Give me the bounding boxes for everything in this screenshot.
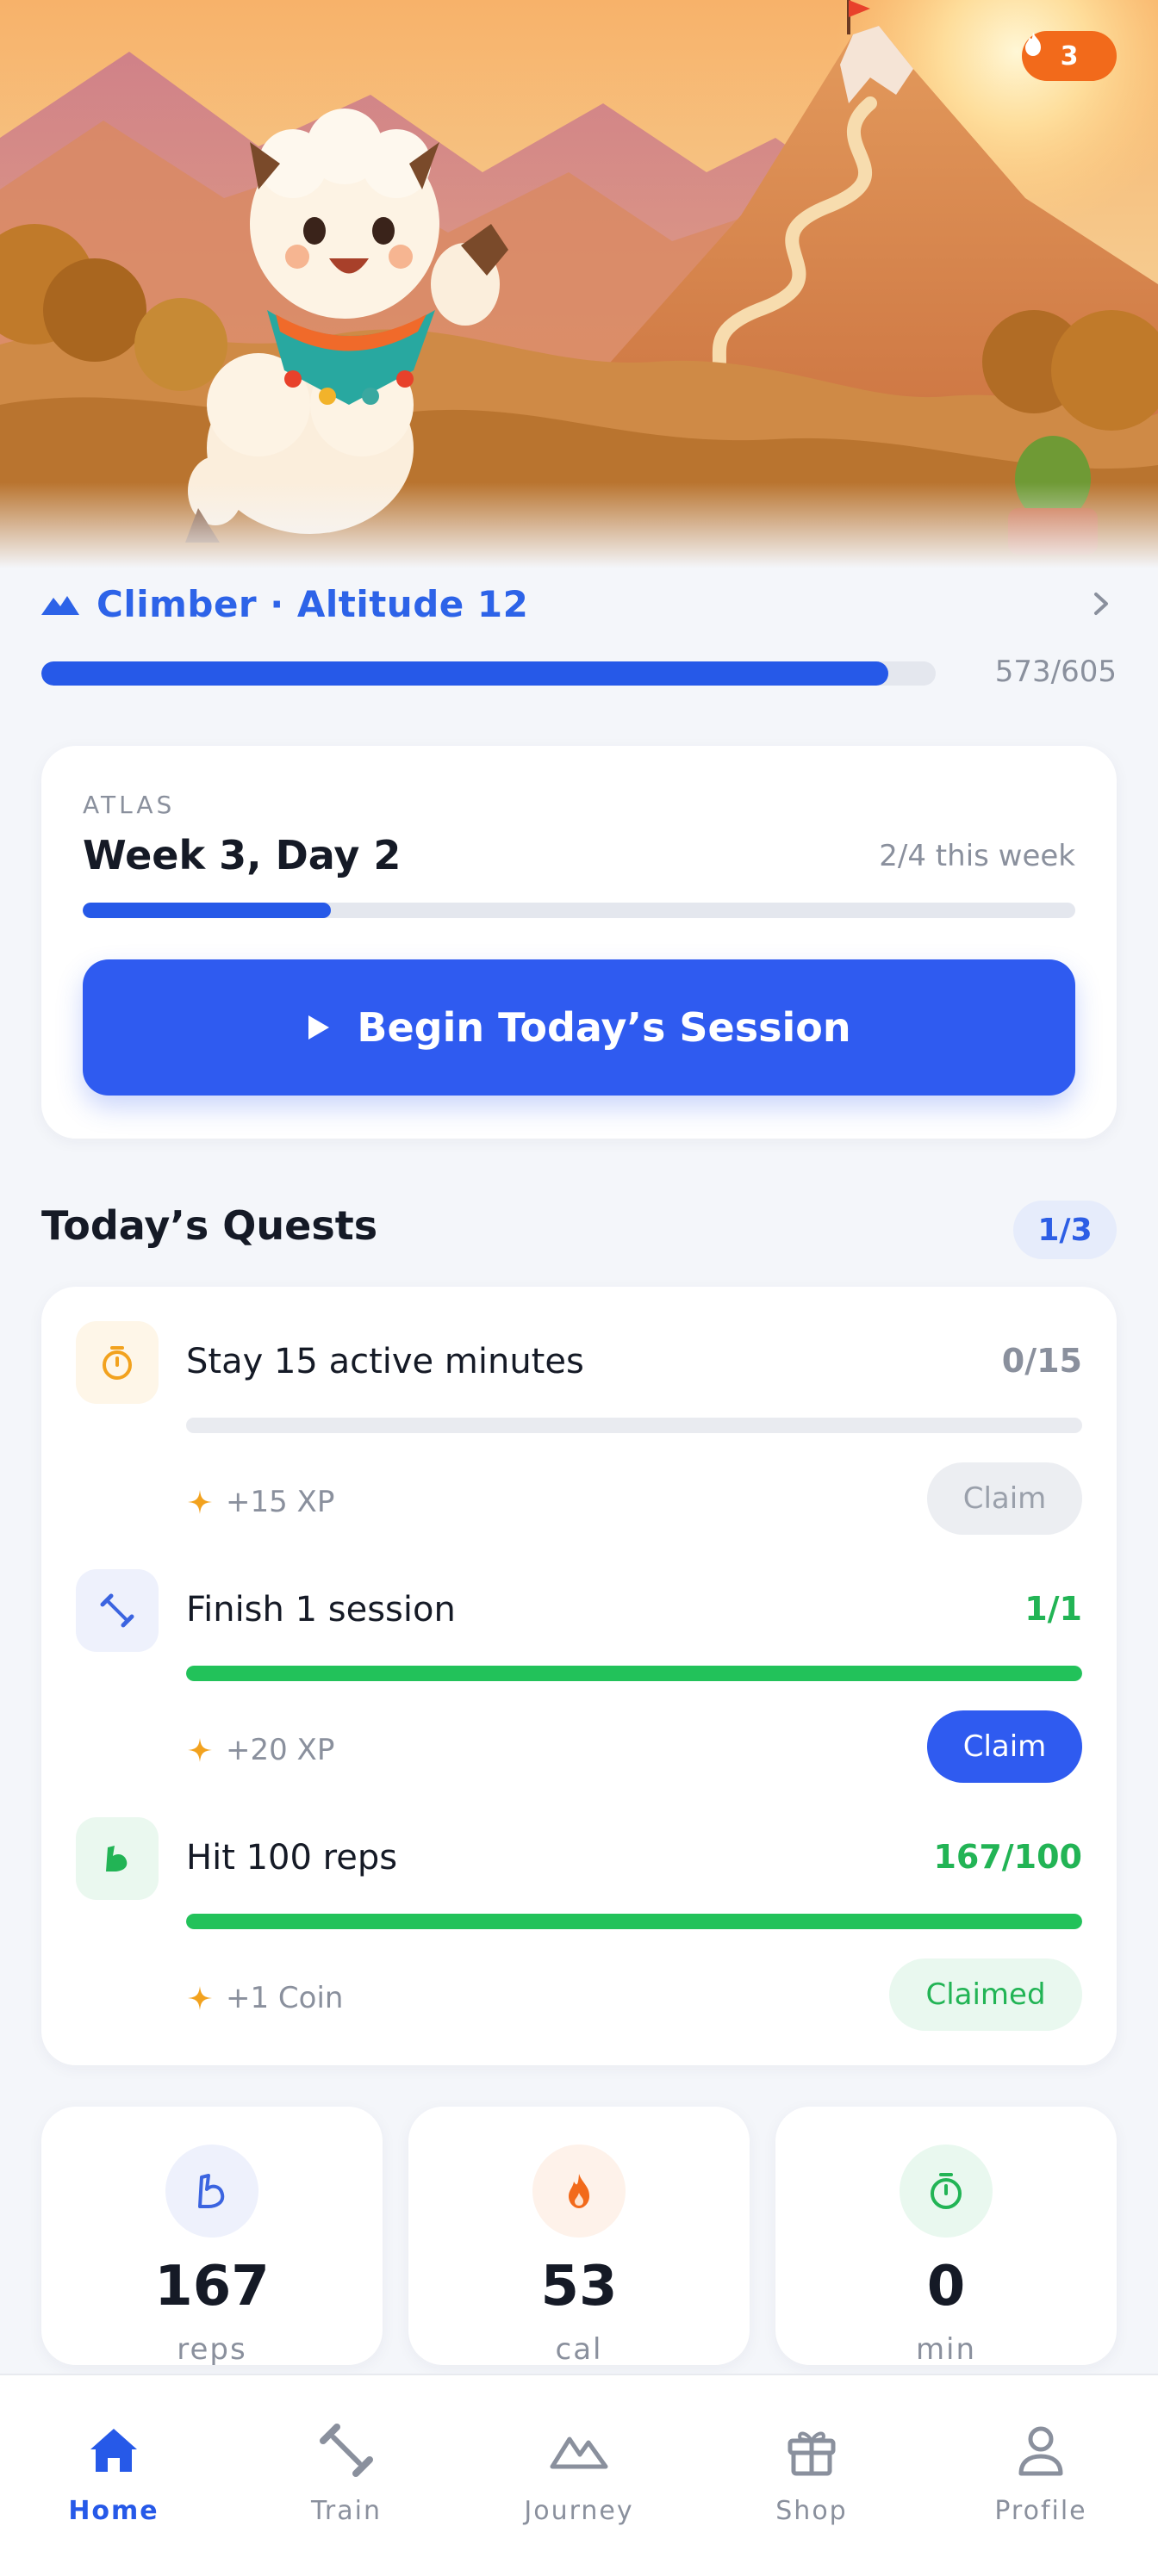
stat-unit: min [915,2332,977,2367]
stat-card-minutes: 0 min [775,2107,1117,2367]
quests-title: Today’s Quests [41,1202,378,1249]
tab-label: Shop [775,2496,848,2526]
program-label: ATLAS [83,791,176,819]
program-progress-bar [83,903,1075,918]
streak-badge[interactable]: 3 [1022,31,1117,81]
bottom-tab-bar: Home Train Journey Shop Profile [0,2374,1158,2576]
quest-reward: +1 Coin [186,1981,343,2015]
quest-item: Stay 15 active minutes 0/15 +15 XP Claim [76,1321,1082,1545]
quest-progress-text: 0/15 [1001,1342,1082,1380]
streak-count: 3 [1060,40,1079,71]
hero-illustration [0,0,1158,568]
claim-button[interactable]: Claim [927,1462,1082,1535]
quests-card: Stay 15 active minutes 0/15 +15 XP Claim… [41,1287,1117,2065]
mountain-icon [41,596,79,615]
sparkle-icon [188,1738,212,1762]
tab-label: Journey [524,2496,634,2526]
quest-reward-label: +1 Coin [226,1981,344,2015]
claim-button[interactable]: Claim [927,1710,1082,1783]
program-week-count: 2/4 this week [879,839,1075,873]
begin-session-label: Begin Today’s Session [357,1004,851,1051]
tab-shop[interactable]: Shop [734,2420,889,2532]
xp-text: 573/605 [994,655,1117,689]
program-week-day: Week 3, Day 2 [83,832,402,878]
level-title: Climber · Altitude 12 [96,582,529,625]
stat-card-reps: 167 reps [41,2107,383,2367]
hero-banner: 3 [0,0,1158,568]
stat-value: 167 [154,2255,270,2318]
quest-progress-bar [186,1914,1082,1929]
stat-unit: reps [177,2332,247,2367]
quest-progress-bar [186,1418,1082,1433]
quest-name: Hit 100 reps [186,1838,398,1878]
begin-session-button[interactable]: Begin Today’s Session [83,959,1075,1096]
tab-journey[interactable]: Journey [501,2420,657,2532]
quest-progress-text: 1/1 [1024,1590,1082,1628]
program-card: ATLAS Week 3, Day 2 2/4 this week Begin … [41,746,1117,1139]
quest-reward: +20 XP [186,1733,334,1767]
quest-icon-badge [76,1321,159,1404]
quest-name: Finish 1 session [186,1590,456,1629]
quest-reward-label: +20 XP [226,1733,335,1767]
quest-icon-badge [76,1569,159,1652]
stat-unit: cal [555,2332,603,2367]
quest-icon-badge [76,1817,159,1900]
muscle-icon [106,1846,128,1871]
dumbbell-icon [320,2424,373,2477]
xp-progress-fill [41,661,888,686]
quest-reward-label: +15 XP [226,1485,335,1519]
quest-item: Finish 1 session 1/1 +20 XP Claim [76,1569,1082,1793]
quests-count-badge: 1/3 [1013,1201,1117,1259]
stat-value: 0 [926,2255,966,2318]
flame-icon [1025,32,1041,56]
person-icon [1018,2426,1063,2476]
level-row[interactable]: Climber · Altitude 12 [41,577,1117,630]
mountain-icon [550,2436,608,2469]
muscle-icon [198,2174,225,2208]
quest-reward: +15 XP [186,1485,334,1519]
quest-progress-text: 167/100 [933,1838,1082,1876]
program-progress-fill [83,903,331,918]
stat-icon-badge [900,2145,993,2238]
home-icon [90,2429,137,2472]
quest-progress-fill [186,1914,1082,1929]
tab-profile[interactable]: Profile [963,2420,1118,2532]
tab-home[interactable]: Home [36,2420,191,2532]
flame-icon [569,2174,589,2208]
play-icon [308,1015,330,1040]
tab-label: Train [311,2496,382,2526]
sparkle-icon [188,1986,212,2010]
quest-progress-fill [186,1666,1082,1681]
stat-icon-badge [532,2145,626,2238]
tab-train[interactable]: Train [269,2420,424,2532]
quest-name: Stay 15 active minutes [186,1342,584,1381]
stat-value: 53 [540,2255,618,2318]
dumbbell-icon [100,1593,134,1628]
stat-card-calories: 53 cal [408,2107,750,2367]
sparkle-icon [188,1490,212,1514]
tab-label: Home [68,2496,159,2526]
gift-icon [788,2431,836,2476]
claimed-button[interactable]: Claimed [889,1958,1082,2031]
quest-item: Hit 100 reps 167/100 +1 Coin Claimed [76,1817,1082,2041]
chevron-right-icon [1094,593,1108,615]
xp-progress-bar [41,661,936,686]
quest-progress-bar [186,1666,1082,1681]
stopwatch-icon [103,1346,132,1380]
stopwatch-icon [931,2173,962,2209]
stat-icon-badge [165,2145,258,2238]
tab-label: Profile [994,2496,1087,2526]
